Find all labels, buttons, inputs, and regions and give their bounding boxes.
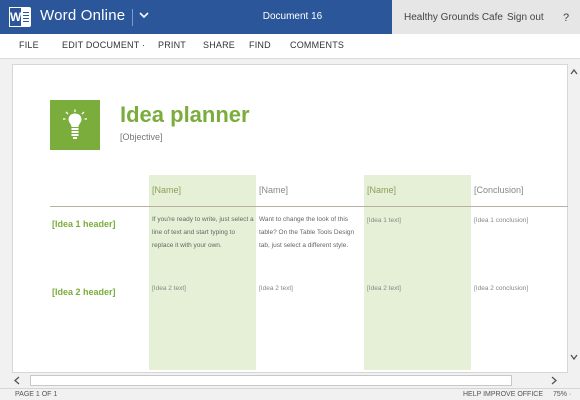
help-improve-office-link[interactable]: HELP IMPROVE OFFICE [463,391,543,398]
word-logo-letter: W [9,7,22,27]
column-header-name-1[interactable]: [Name] [152,185,181,195]
menu-edit-document[interactable]: EDIT DOCUMENT · [62,40,145,50]
scroll-up-icon[interactable] [570,68,578,76]
column-header-conclusion[interactable]: [Conclusion] [474,185,524,195]
horizontal-scroll-thumb[interactable] [30,375,512,386]
row-header-idea-2[interactable]: [Idea 2 header] [52,287,116,297]
horizontal-scrollbar[interactable] [0,373,580,388]
document-title[interactable]: Document 16 [230,11,355,22]
chevron-down-icon[interactable] [137,7,151,25]
table-cell[interactable]: If you're ready to write, just select a … [152,213,256,252]
sign-out-link[interactable]: Sign out [507,12,544,23]
menu-comments[interactable]: COMMENTS [290,40,344,50]
table-cell[interactable]: [Idea 2 conclusion] [474,285,528,292]
table-cell[interactable]: [Idea 1 conclusion] [474,217,528,224]
objective-placeholder[interactable]: [Objective] [120,132,163,142]
table-cell[interactable]: [Idea 2 text] [259,285,293,292]
lightbulb-icon [63,109,87,139]
table-cell[interactable]: [Idea 2 text] [367,285,401,292]
status-bar: PAGE 1 OF 1 HELP IMPROVE OFFICE 75% · [0,388,580,400]
vertical-scrollbar[interactable] [568,59,580,373]
document-canvas: Idea planner [Objective] [Name] [Name] [… [0,59,568,373]
column-header-name-3[interactable]: [Name] [367,185,396,195]
word-logo-lines [23,12,29,22]
help-button[interactable]: ? [563,12,569,24]
page-count: PAGE 1 OF 1 [15,391,58,398]
header-rule [50,206,568,207]
lightbulb-tile [50,100,100,150]
table-cell[interactable]: [Idea 1 text] [367,217,401,224]
table-cell[interactable]: [Idea 2 text] [152,285,186,292]
menu-share[interactable]: SHARE [203,40,235,50]
shaded-column-1 [149,175,256,370]
scroll-down-icon[interactable] [570,353,578,361]
menu-print[interactable]: PRINT [158,40,186,50]
menu-find[interactable]: FIND [249,40,271,50]
shaded-column-3 [364,175,471,370]
word-logo-icon[interactable]: W [9,7,31,27]
app-name[interactable]: Word Online [40,7,125,24]
document-page[interactable]: Idea planner [Objective] [Name] [Name] [… [12,64,568,373]
ribbon-menu: FILE EDIT DOCUMENT · PRINT SHARE FIND CO… [0,34,580,59]
column-header-name-2[interactable]: [Name] [259,185,288,195]
zoom-level[interactable]: 75% · [553,391,571,398]
title-divider [132,9,133,26]
document-heading[interactable]: Idea planner [120,102,250,128]
scroll-left-icon[interactable] [13,376,22,385]
menu-file[interactable]: FILE [19,40,39,50]
account-name[interactable]: Healthy Grounds Cafe [404,12,503,23]
row-header-idea-1[interactable]: [Idea 1 header] [52,219,116,229]
scroll-right-icon[interactable] [549,376,558,385]
table-cell[interactable]: Want to change the look of this table? O… [259,213,363,252]
